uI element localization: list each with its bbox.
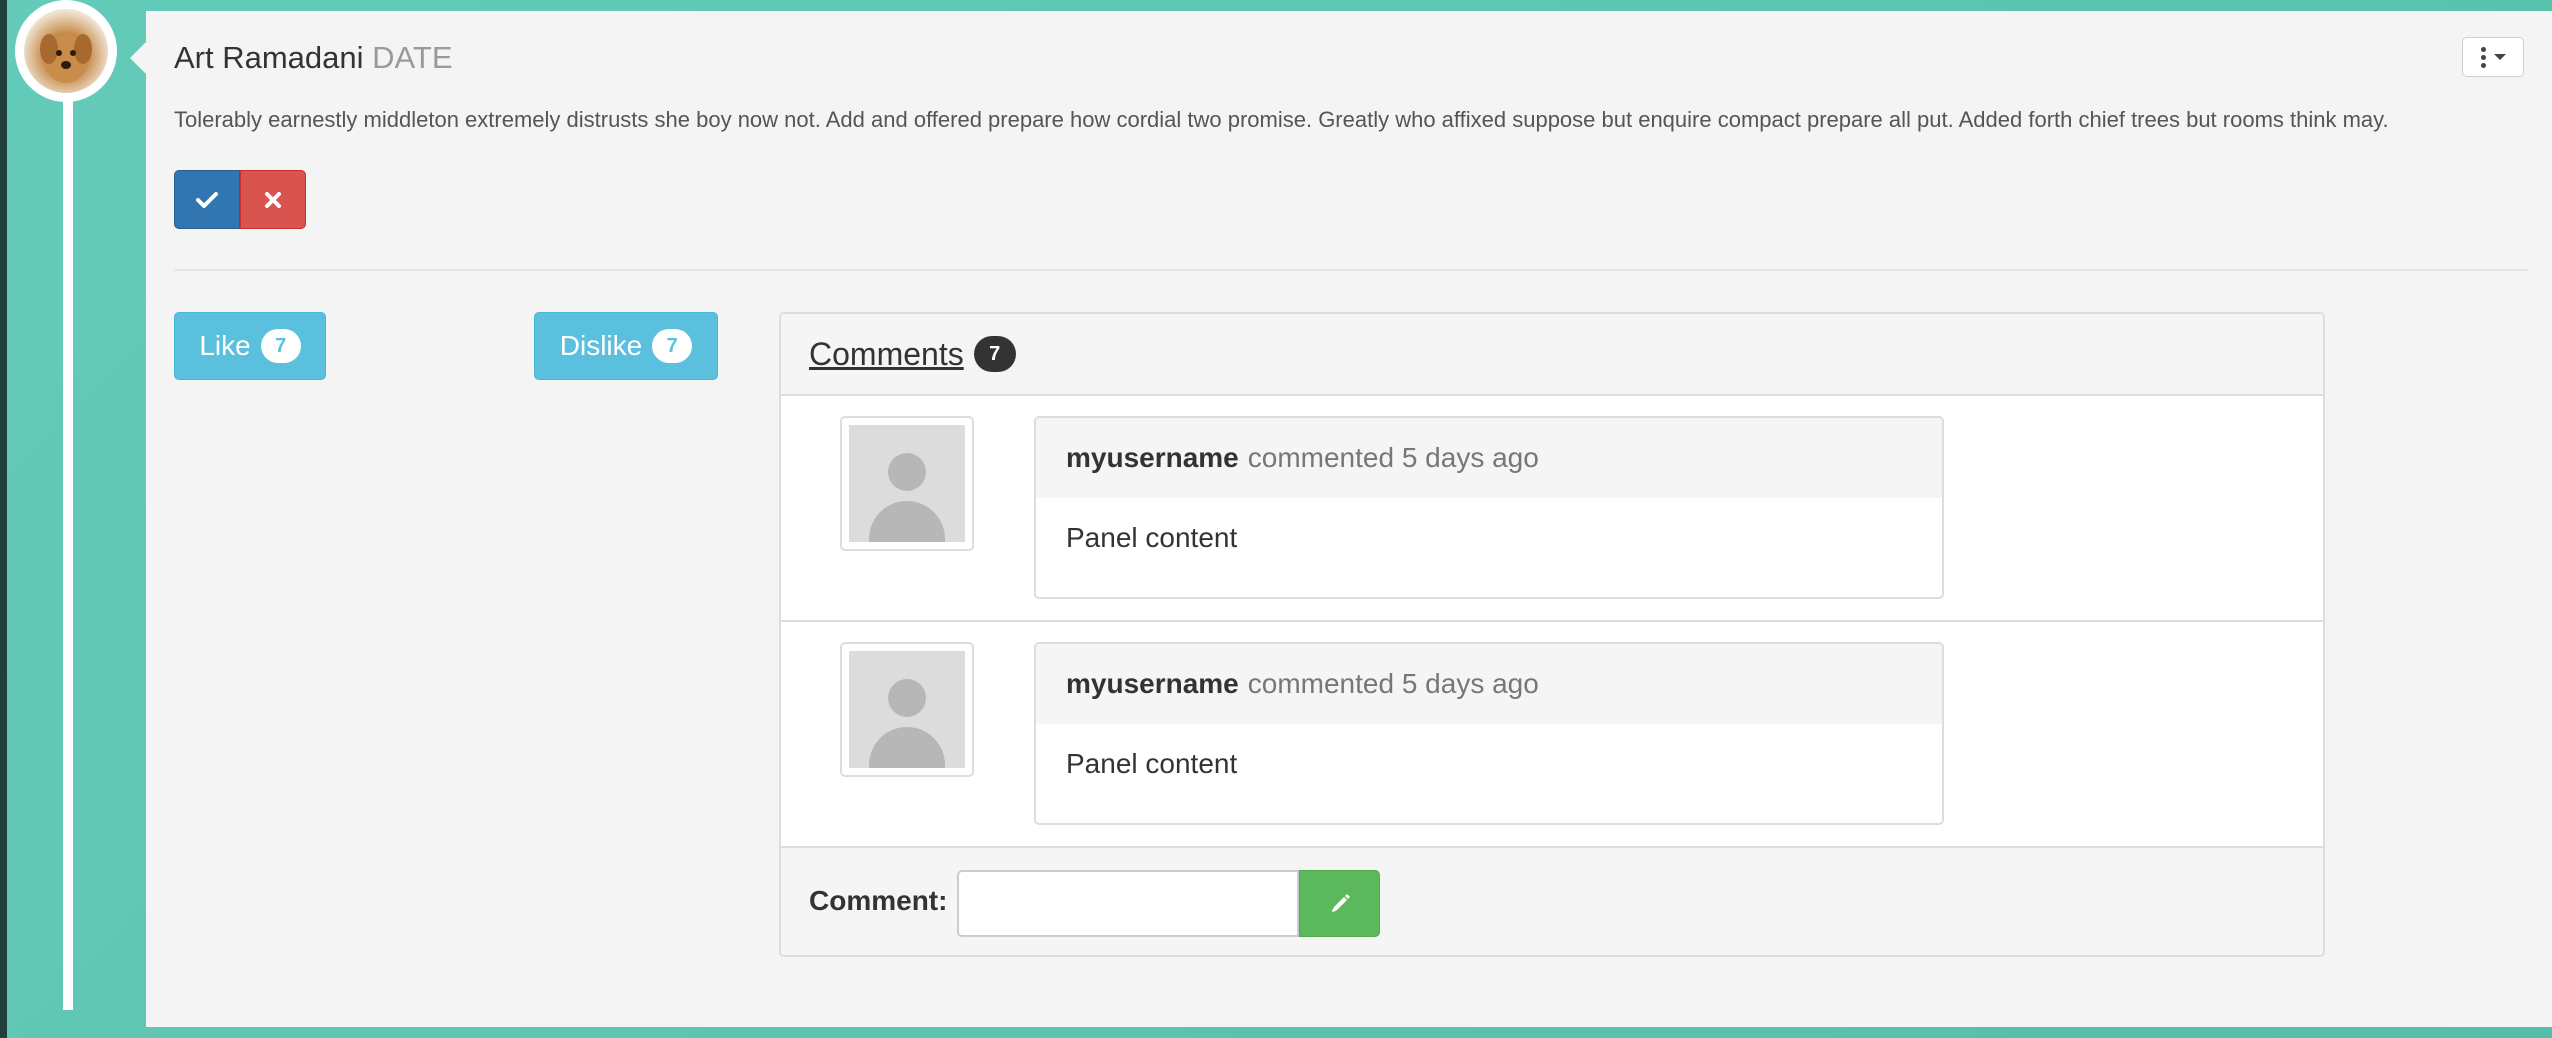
check-icon xyxy=(196,191,218,208)
user-placeholder-icon xyxy=(849,651,965,768)
comment-content: Panel content xyxy=(1066,522,1238,553)
comment-item: myusername commented 5 days ago Panel co… xyxy=(781,396,2323,622)
post-body: Tolerably earnestly middleton extremely … xyxy=(174,107,2389,132)
comment-panel: myusername commented 5 days ago Panel co… xyxy=(1034,416,1944,599)
comment-avatar xyxy=(840,642,974,777)
user-placeholder-icon xyxy=(849,425,965,542)
comment-heading: myusername commented 5 days ago xyxy=(1036,418,1942,498)
comment-meta: commented 5 days ago xyxy=(1247,668,1539,699)
moderation-buttons xyxy=(174,170,306,229)
comment-meta: commented 5 days ago xyxy=(1247,442,1539,473)
dislike-label: Dislike xyxy=(559,330,643,361)
caret-down-icon xyxy=(2493,54,2506,60)
card-pointer xyxy=(130,42,146,74)
approve-button[interactable] xyxy=(174,170,240,229)
comment-label: Comment: xyxy=(809,885,948,916)
post-date: DATE xyxy=(372,40,453,75)
comment-username: myusername xyxy=(1066,668,1239,699)
comment-username: myusername xyxy=(1066,442,1239,473)
dislike-button[interactable]: Dislike 7 xyxy=(534,312,718,380)
comments-panel: Comments 7 myusername commented 5 days a… xyxy=(779,312,2325,957)
post-options-button[interactable] xyxy=(2462,37,2524,77)
author-name: Art Ramadani xyxy=(174,40,364,75)
like-count-badge: 7 xyxy=(260,329,301,363)
submit-comment-button[interactable] xyxy=(1299,870,1380,937)
ellipsis-vertical-icon xyxy=(2480,46,2486,68)
like-button[interactable]: Like 7 xyxy=(174,312,326,380)
comment-heading: myusername commented 5 days ago xyxy=(1036,644,1942,724)
divider xyxy=(174,269,2528,271)
comment-form: Comment: xyxy=(781,848,2323,955)
comments-count-badge: 7 xyxy=(973,336,1016,372)
comments-header: Comments 7 xyxy=(781,314,2323,396)
comment-item: myusername commented 5 days ago Panel co… xyxy=(781,622,2323,848)
reject-button[interactable] xyxy=(240,170,306,229)
comment-avatar xyxy=(840,416,974,551)
author-avatar xyxy=(24,9,108,93)
comment-panel: myusername commented 5 days ago Panel co… xyxy=(1034,642,1944,825)
window-edge xyxy=(0,0,7,1038)
pencil-icon xyxy=(1331,893,1350,912)
comments-title-link[interactable]: Comments xyxy=(809,336,964,373)
dog-avatar-icon xyxy=(40,34,92,83)
comment-content: Panel content xyxy=(1066,748,1238,779)
comment-input[interactable] xyxy=(957,870,1299,937)
post-header: Art Ramadani DATE xyxy=(174,40,453,76)
like-label: Like xyxy=(199,330,251,361)
timeline-line xyxy=(63,90,73,1010)
times-icon xyxy=(265,191,281,208)
dislike-count-badge: 7 xyxy=(652,329,693,363)
